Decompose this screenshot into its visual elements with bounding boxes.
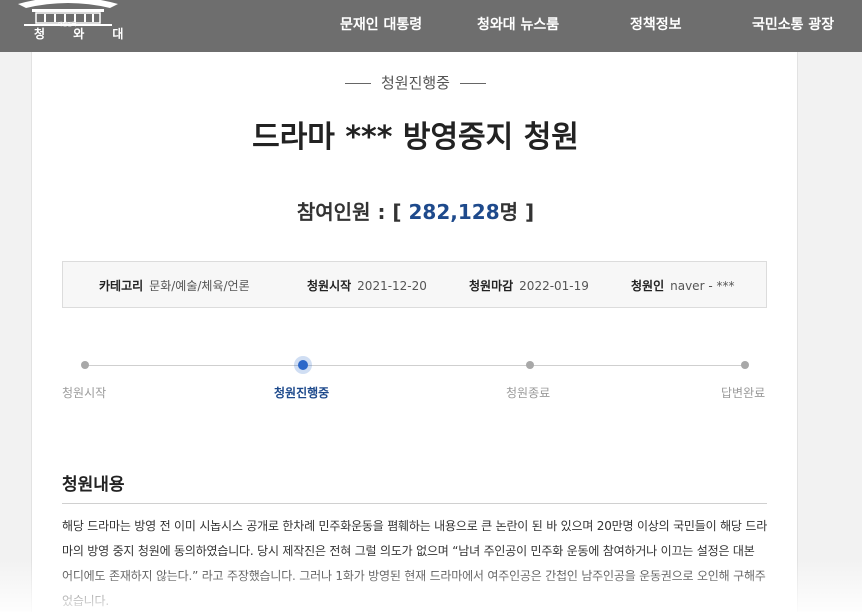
count-label: 참여인원 : [	[296, 200, 402, 224]
nav-policy[interactable]: 정책정보	[630, 14, 682, 34]
meta-value: 문화/예술/체육/언론	[149, 279, 250, 293]
meta-start-date: 청원시작 2021-12-20	[307, 277, 427, 294]
nav-newsroom[interactable]: 청와대 뉴스룸	[477, 14, 559, 34]
meta-value: 2022-01-19	[519, 279, 589, 293]
content-section-title: 청원내용	[62, 475, 125, 495]
top-navigation-bar: 대한민국 청 와 대 문재인 대통령 청와대 뉴스룸 정책정보 국민소통 광장	[0, 0, 862, 52]
step-label-in-progress: 청원진행중	[274, 386, 330, 400]
petition-status-heading: 청원진행중	[32, 72, 799, 93]
step-dot-answered	[741, 361, 749, 369]
meta-category: 카테고리 문화/예술/체육/언론	[99, 277, 250, 294]
nav-president[interactable]: 문재인 대통령	[340, 14, 422, 34]
petition-title: 드라마 *** 방영중지 청원	[252, 120, 579, 155]
step-dot-start	[81, 361, 89, 369]
step-label-answered: 답변완료	[721, 386, 766, 400]
meta-key: 청원마감	[469, 279, 514, 293]
meta-petitioner: 청원인 naver - ***	[631, 277, 734, 294]
meta-key: 청원시작	[307, 279, 352, 293]
meta-key: 카테고리	[99, 279, 144, 293]
meta-end-date: 청원마감 2022-01-19	[469, 277, 589, 294]
step-dot-closed	[526, 361, 534, 369]
dash-right	[460, 83, 486, 84]
petition-progress-track	[81, 360, 749, 370]
step-label-start: 청원시작	[62, 386, 107, 400]
meta-key: 청원인	[631, 279, 665, 293]
petition-status: 청원진행중	[380, 74, 450, 92]
step-label-closed: 청원종료	[506, 386, 551, 400]
participant-count: 참여인원 : [ 282,128명 ]	[32, 196, 799, 225]
petition-meta-box: 카테고리 문화/예술/체육/언론 청원시작 2021-12-20 청원마감 2022-…	[62, 261, 767, 308]
main-nav: 문재인 대통령 청와대 뉴스룸 정책정보 국민소통 광장	[0, 14, 862, 34]
nav-communication[interactable]: 국민소통 광장	[752, 14, 834, 34]
dash-left	[344, 83, 371, 84]
meta-value: 2021-12-20	[357, 279, 427, 293]
step-dot-in-progress	[298, 360, 308, 370]
meta-value: naver - ***	[670, 279, 735, 293]
count-value: 282,128	[408, 200, 500, 224]
content-divider	[62, 503, 767, 504]
petition-card: 청원진행중 드라마 *** 방영중지 청원 참여인원 : [ 282,128명 …	[31, 20, 798, 612]
petition-content: 해당 드라마는 방영 전 이미 시놉시스 공개로 한차례 민주화운동을 폄훼하는…	[62, 519, 768, 608]
count-unit: 명 ]	[499, 200, 535, 224]
